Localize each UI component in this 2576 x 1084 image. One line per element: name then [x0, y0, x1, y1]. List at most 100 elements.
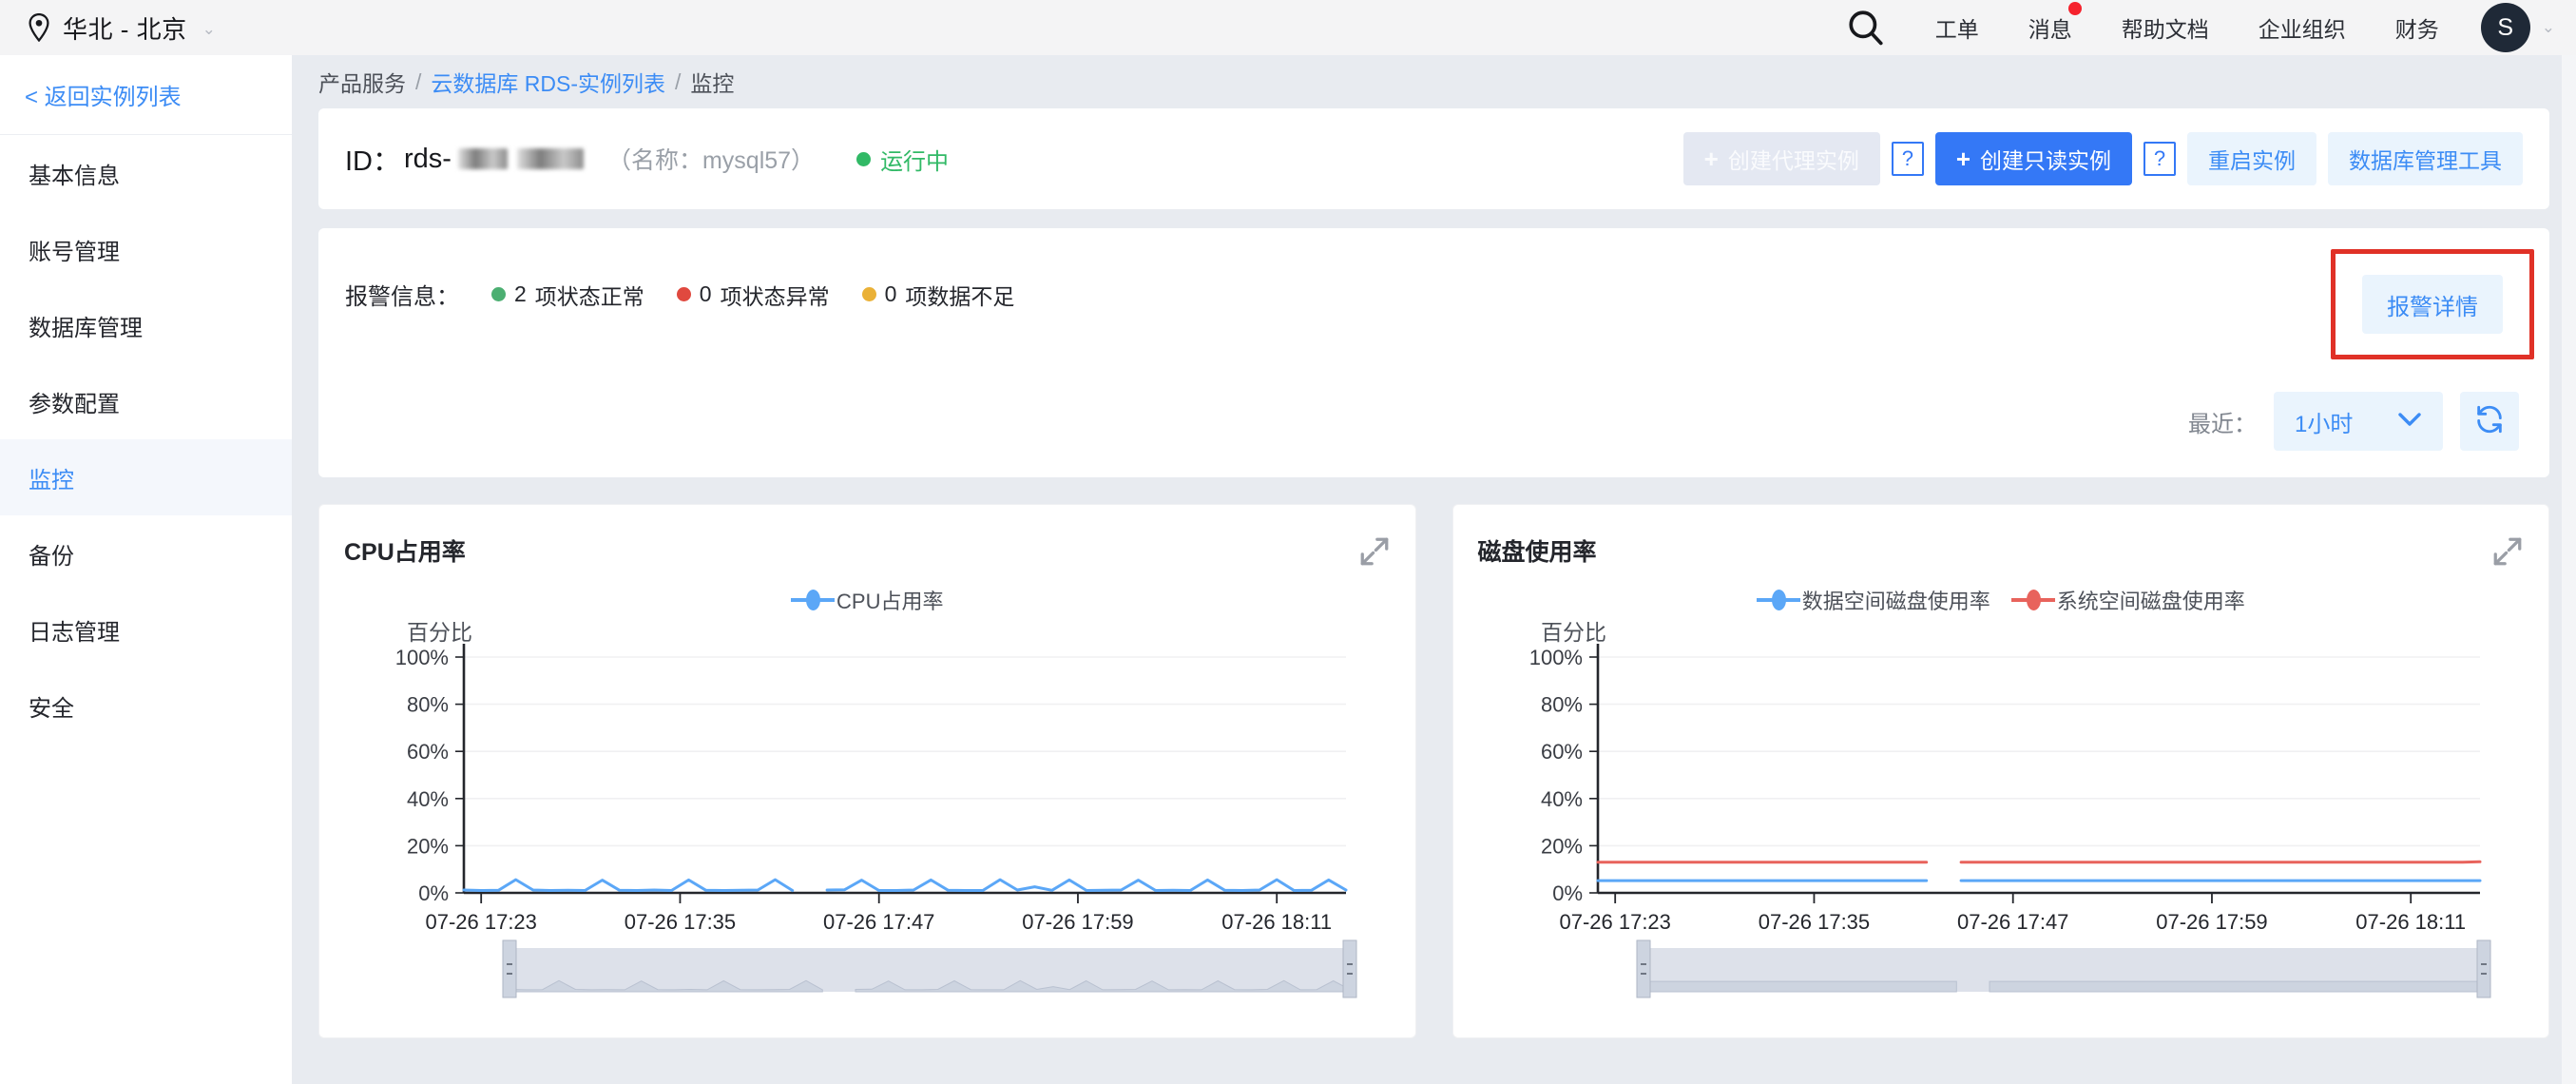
svg-text:40%: 40% [407, 787, 449, 811]
redacted-id-block [458, 148, 508, 169]
sidebar-item-database-management[interactable]: 数据库管理 [0, 287, 292, 363]
chart-plot-disk: 百分比0%20%40%60%80%100%07-26 17:2307-26 17… [1453, 619, 2528, 1018]
sidebar-item-account-management[interactable]: 账号管理 [0, 211, 292, 287]
svg-text:07-26 18:11: 07-26 18:11 [2355, 910, 2466, 934]
svg-text:百分比: 百分比 [407, 620, 472, 645]
svg-text:80%: 80% [407, 693, 449, 717]
svg-text:20%: 20% [1540, 834, 1582, 858]
svg-text:07-26 17:47: 07-26 17:47 [823, 910, 934, 934]
svg-text:80%: 80% [1540, 693, 1582, 717]
chart-card-cpu-usage: CPU占用率 CPU占用率 百分比 0% 20% 40% 60% [318, 504, 1416, 1038]
svg-text:07-26 17:23: 07-26 17:23 [425, 910, 536, 934]
svg-text:07-26 17:47: 07-26 17:47 [1956, 910, 2067, 934]
time-range-label: 最近： [2188, 405, 2257, 438]
sidebar-item-log-management[interactable]: 日志管理 [0, 591, 292, 668]
refresh-button[interactable] [2460, 392, 2519, 451]
alarm-text: 项数据不足 [905, 279, 1014, 311]
alarm-count: 2 [514, 281, 527, 307]
chart-legend: CPU占用率 [319, 585, 1415, 615]
svg-text:07-26 17:35: 07-26 17:35 [625, 910, 736, 934]
alarm-stat-abnormal: 0 项状态异常 [677, 279, 830, 311]
alarm-detail-button[interactable]: 报警详情 [2362, 275, 2503, 334]
svg-text:0%: 0% [418, 881, 449, 905]
region-selector[interactable]: 华北 - 北京 ⌄ [27, 10, 216, 46]
button-label: 创建代理实例 [1728, 143, 1859, 175]
page-scrollbar[interactable] [2562, 55, 2576, 1084]
sidebar-item-parameter-config[interactable]: 参数配置 [0, 363, 292, 439]
create-readonly-help-icon[interactable]: ? [2143, 142, 2176, 176]
sidebar-item-basic-info[interactable]: 基本信息 [0, 135, 292, 211]
expand-icon[interactable] [1358, 535, 1391, 572]
status-badge: 运行中 [856, 143, 949, 176]
chart-card-disk-usage: 磁盘使用率 数据空间磁盘使用率 [1452, 504, 2550, 1038]
sidebar-item-monitoring[interactable]: 监控 [0, 439, 292, 515]
chart-plot-cpu: 百分比0%20%40%60%80%100%07-26 17:2307-26 17… [319, 619, 1394, 1018]
create-readonly-instance-button[interactable]: + 创建只读实例 [1935, 132, 2132, 185]
alarm-count: 0 [700, 281, 712, 307]
chevron-down-icon: ⌄ [202, 20, 216, 39]
legend-marker-icon [1757, 590, 1800, 610]
create-proxy-help-icon[interactable]: ? [1892, 142, 1924, 176]
breadcrumb-link-rds-instance-list[interactable]: 云数据库 RDS-实例列表 [431, 66, 665, 98]
alarm-count: 0 [885, 281, 897, 307]
nav-label: 消息 [2028, 17, 2072, 42]
instance-id-label: ID： [345, 139, 400, 179]
svg-text:40%: 40% [1540, 787, 1582, 811]
back-to-instance-list-link[interactable]: < 返回实例列表 [0, 55, 292, 135]
database-management-tool-button[interactable]: 数据库管理工具 [2328, 132, 2523, 185]
svg-text:07-26 17:59: 07-26 17:59 [2156, 910, 2267, 934]
status-dot-icon [856, 152, 871, 166]
svg-text:07-26 18:11: 07-26 18:11 [1221, 910, 1332, 934]
svg-text:60%: 60% [1540, 740, 1582, 764]
sidebar-item-security[interactable]: 安全 [0, 668, 292, 744]
nav-item-finance[interactable]: 财务 [2371, 11, 2464, 44]
nav-item-messages[interactable]: 消息 [2004, 11, 2097, 44]
status-dot-red-icon [677, 287, 691, 301]
expand-icon[interactable] [2491, 535, 2524, 572]
sidebar-item-backup[interactable]: 备份 [0, 515, 292, 591]
legend-entry[interactable]: 系统空间磁盘使用率 [2011, 585, 2245, 615]
svg-text:100%: 100% [1528, 646, 1582, 669]
refresh-icon [2473, 403, 2506, 440]
legend-label: CPU占用率 [836, 585, 943, 615]
legend-label: 系统空间磁盘使用率 [2057, 585, 2245, 615]
legend-marker-icon [2011, 590, 2055, 610]
instance-header-card: ID： rds- （名称：mysql57） 运行中 + 创建代理实例 ? + 创… [318, 108, 2549, 209]
create-proxy-instance-button: + 创建代理实例 [1683, 132, 1880, 185]
svg-text:60%: 60% [407, 740, 449, 764]
alarm-detail-wrapper: 报警详情 [2331, 249, 2534, 359]
chevron-down-icon[interactable]: ⌄ [2542, 18, 2555, 37]
breadcrumb-separator: / [675, 69, 681, 95]
alarm-info-row: 报警信息： 2 项状态正常 0 项状态异常 0 项数据不足 [318, 228, 2549, 311]
nav-item-enterprise[interactable]: 企业组织 [2234, 11, 2371, 44]
alarm-info-label: 报警信息： [345, 278, 459, 311]
legend-entry[interactable]: 数据空间磁盘使用率 [1757, 585, 1990, 615]
nav-item-help-docs[interactable]: 帮助文档 [2097, 11, 2234, 44]
chevron-down-icon [2397, 411, 2422, 433]
chart-title: CPU占用率 [319, 505, 1415, 568]
location-pin-icon [27, 13, 51, 42]
svg-text:07-26 17:35: 07-26 17:35 [1758, 910, 1869, 934]
status-dot-green-icon [491, 287, 506, 301]
charts-row: CPU占用率 CPU占用率 百分比 0% 20% 40% 60% [318, 504, 2549, 1038]
breadcrumb: 产品服务 / 云数据库 RDS-实例列表 / 监控 [292, 55, 2576, 108]
redacted-id-block [517, 148, 584, 169]
plus-icon: + [1704, 146, 1719, 171]
sidebar: < 返回实例列表 基本信息 账号管理 数据库管理 参数配置 监控 备份 日志管理… [0, 55, 292, 1084]
alarm-stat-insufficient: 0 项数据不足 [862, 279, 1015, 311]
alarm-stat-normal: 2 项状态正常 [491, 279, 644, 311]
time-range-dropdown[interactable]: 1小时 [2274, 392, 2443, 451]
nav-label: 企业组织 [2259, 17, 2346, 42]
breadcrumb-separator: / [415, 69, 421, 95]
svg-text:20%: 20% [407, 834, 449, 858]
legend-marker-icon [791, 590, 835, 610]
breadcrumb-current: 监控 [690, 66, 734, 98]
nav-item-tickets[interactable]: 工单 [1911, 11, 2004, 44]
restart-instance-button[interactable]: 重启实例 [2187, 132, 2316, 185]
search-icon[interactable] [1821, 8, 1911, 48]
legend-label: 数据空间磁盘使用率 [1802, 585, 1990, 615]
legend-entry[interactable]: CPU占用率 [791, 585, 943, 615]
avatar[interactable]: S [2481, 3, 2530, 52]
nav-label: 工单 [1935, 17, 1979, 42]
instance-actions: + 创建代理实例 ? + 创建只读实例 ? 重启实例 数据库管理工具 [1683, 132, 2523, 185]
